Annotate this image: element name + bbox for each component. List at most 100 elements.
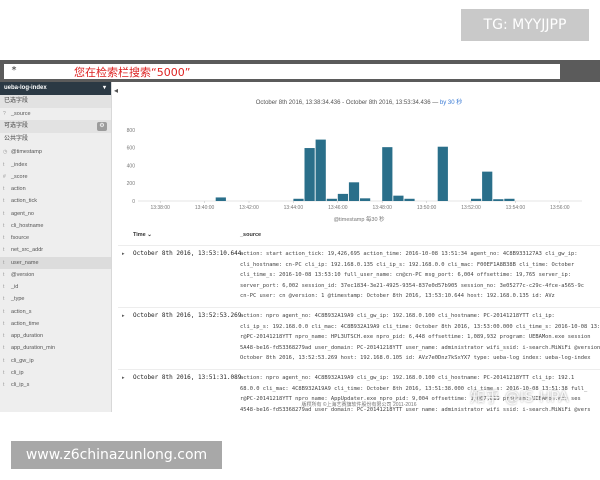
doc-source: action: npro agent_no: 4C8B932A19A9 cli_…	[240, 311, 600, 364]
search-hint-annotation: 您在检索栏搜索“5000”	[74, 66, 191, 79]
sidebar-field-user-name[interactable]: t user_name	[0, 256, 111, 269]
doc-table-header: Time ⌄ _source	[118, 232, 600, 240]
x-tick-label: 13:46:00	[328, 205, 348, 211]
chart-x-axis-label: @timestamp 每30 秒	[333, 217, 385, 223]
kibana-discover-app: * 您在检索栏搜索“5000” ueba-log-index ▾ 已选字段 ? …	[0, 60, 600, 412]
sidebar-field-action[interactable]: t action	[0, 183, 111, 195]
gear-icon[interactable]: ⚙	[97, 122, 107, 132]
field-name: agent_no	[11, 210, 34, 217]
search-input[interactable]: * 您在检索栏搜索“5000”	[4, 64, 560, 79]
sidebar-field-cli-ip[interactable]: t cli_ip	[0, 367, 111, 379]
doc-row[interactable]: ▸ October 8th 2016, 13:53:10.644 action: s…	[118, 245, 600, 307]
x-tick-label: 13:48:00	[372, 205, 392, 211]
field-type-icon: t	[3, 222, 5, 229]
field-name: action_tick	[11, 198, 37, 205]
sidebar-field-action-time[interactable]: t action_time	[0, 318, 111, 330]
search-query: *	[11, 65, 18, 76]
field-name: cli_gw_ip	[11, 357, 34, 364]
field-type-icon: t	[3, 186, 5, 192]
x-tick-label: 13:42:00	[239, 205, 259, 211]
sidebar-field-app-duration[interactable]: t app_duration	[0, 330, 111, 342]
sidebar-field-type[interactable]: t _type	[0, 293, 111, 305]
doc-time: October 8th 2016, 13:51:31.089	[133, 374, 242, 381]
histogram-bar	[315, 139, 326, 201]
histogram-bar	[348, 182, 360, 201]
field-type-icon: t	[3, 198, 5, 205]
field-type-icon: t	[3, 296, 5, 303]
field-type-icon: t	[3, 333, 5, 339]
field-name: @timestamp	[11, 149, 42, 156]
field-type-icon: t	[3, 345, 5, 352]
screenshot: TG: MYYJJPP * 您在检索栏搜索“5000” ueba-log-ind…	[0, 0, 600, 480]
sidebar-field-agent-no[interactable]: t agent_no	[0, 208, 111, 220]
x-tick-label: 13:38:00	[150, 205, 170, 211]
selected-field-source[interactable]: ? _source	[0, 108, 111, 120]
selected-fields-title: 已选字段	[0, 95, 111, 108]
sidebar-field-action-tick[interactable]: t action_tick	[0, 195, 111, 207]
sidebar-field-timestamp[interactable]: ◷ @timestamp	[0, 146, 111, 158]
doc-row[interactable]: ▸ October 8th 2016, 13:52:53.269 action: n…	[118, 307, 600, 369]
field-name: app_duration_min	[11, 345, 56, 352]
y-tick-label: 400	[127, 163, 136, 169]
doc-time: October 8th 2016, 13:53:10.644	[133, 250, 242, 257]
doc-source-line: r@PC-20141218YTT npro_name: HPL3UTSCH.ex…	[240, 334, 591, 340]
x-tick-label: 13:44:00	[284, 205, 304, 211]
sidebar-field-fsource[interactable]: t fsource	[0, 232, 111, 244]
sidebar-field-score[interactable]: # _score	[0, 171, 111, 183]
doc-source: action: start action_tick: 19,426,695 ac…	[240, 249, 600, 302]
x-tick-label: 13:54:00	[506, 205, 526, 211]
field-type-icon: t	[3, 271, 5, 278]
index-name: ueba-log-index	[4, 85, 47, 91]
field-type-icon: t	[3, 247, 5, 254]
sidebar-field-cli-ip-s[interactable]: t cli_ip_s	[0, 379, 111, 391]
doc-source-line: server_port: 6,002 session_id: 37ec1834-…	[240, 282, 585, 289]
x-tick-label: 13:40:00	[195, 205, 215, 211]
available-fields-title: 可选字段	[4, 123, 29, 130]
field-name: _index	[11, 161, 28, 168]
available-fields-header: 可选字段 ⚙	[0, 120, 111, 134]
field-type-icon: t	[3, 369, 5, 376]
field-type-icon: t	[3, 235, 5, 241]
histogram-bar	[360, 198, 371, 201]
text-field-icon: ?	[3, 111, 6, 117]
sidebar-field-index[interactable]: t _index	[0, 159, 111, 171]
source-column-header: _source	[240, 232, 262, 238]
expand-row-icon[interactable]: ▸	[122, 313, 125, 319]
field-name: action_time	[11, 320, 40, 327]
histogram-bar	[293, 198, 304, 201]
field-name: _score	[11, 173, 28, 180]
doc-source-line: 5A48-be16-fd53368279ad user_domain: PC-2…	[240, 344, 600, 351]
field-type-icon: t	[3, 210, 5, 217]
search-bar: * 您在检索栏搜索“5000”	[0, 60, 600, 82]
time-column-header[interactable]: Time ⌄	[133, 232, 152, 238]
field-name: user_name	[11, 259, 39, 266]
sidebar-field-app-duration-min[interactable]: t app_duration_min	[0, 342, 111, 354]
sidebar-field-cli-hostname[interactable]: t cli_hostname	[0, 220, 111, 232]
field-name: net_src_addr	[11, 247, 44, 254]
sidebar-field-id[interactable]: t _id	[0, 281, 111, 293]
field-type-icon: ◷	[3, 149, 8, 156]
histogram-bar	[471, 198, 482, 201]
field-name: cli_ip	[11, 369, 24, 376]
expand-row-icon[interactable]: ▸	[122, 375, 125, 381]
field-name: _id	[11, 284, 19, 290]
sidebar-field-net-src-addr[interactable]: t net_src_addr	[0, 244, 111, 256]
telegram-tag: TG: MYYJJPP	[461, 9, 589, 41]
sidebar-field-version[interactable]: t @version	[0, 269, 111, 281]
index-selector[interactable]: ueba-log-index ▾	[0, 82, 111, 95]
expand-row-icon[interactable]: ▸	[122, 251, 125, 257]
y-tick-label: 200	[127, 181, 136, 187]
doc-time: October 8th 2016, 13:52:53.269	[133, 312, 242, 319]
x-tick-label: 13:56:00	[550, 205, 570, 211]
doc-source-line: cli_ip_s: 192.168.0.0 cli_mac: 4C8B932A1…	[240, 323, 600, 330]
field-type-icon: t	[3, 357, 5, 364]
field-type-icon: t	[3, 308, 5, 315]
histogram-bar	[482, 171, 493, 201]
y-tick-label: 0	[132, 199, 135, 205]
sidebar-field-cli-gw-ip[interactable]: t cli_gw_ip	[0, 355, 111, 367]
histogram-bar	[382, 147, 393, 201]
sidebar-field-action-s[interactable]: t action_s	[0, 306, 111, 318]
y-tick-label: 800	[127, 128, 136, 134]
doc-source-line: October 8th 2016, 13:52:53.269 host: 192…	[240, 355, 591, 361]
field-name: action	[11, 186, 26, 192]
